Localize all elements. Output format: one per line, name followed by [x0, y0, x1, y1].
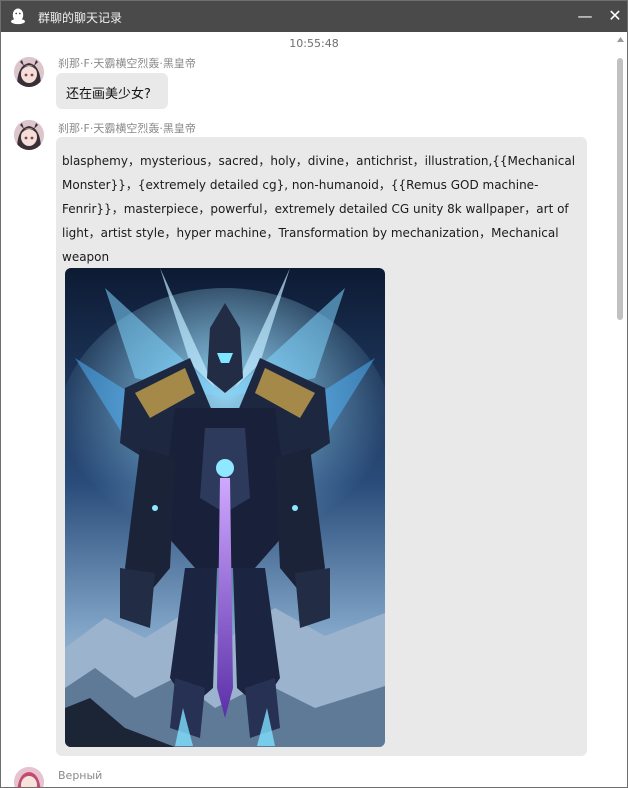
vertical-scrollbar[interactable] [614, 32, 627, 787]
message-bubble[interactable]: blasphemy，mysterious，sacred，holy，divine，… [56, 137, 587, 756]
anime-girl-avatar-icon [14, 767, 44, 787]
message-text: 还在画美少女? [66, 87, 151, 102]
scroll-up-arrow-icon[interactable] [616, 36, 625, 44]
window-title: 群聊的聊天记录 [38, 11, 123, 25]
title-bar[interactable]: 群聊的聊天记录 — ✕ [1, 1, 627, 32]
sender-avatar[interactable] [14, 120, 44, 150]
qq-penguin-icon [11, 8, 25, 25]
close-button[interactable]: ✕ [605, 6, 625, 26]
anime-girl-avatar-icon [14, 120, 44, 150]
sender-avatar[interactable] [14, 767, 44, 787]
anime-girl-avatar-icon [14, 57, 44, 87]
chat-history-window: 群聊的聊天记录 — ✕ 10:55:48 刹那·F·天霸横空烈轰·黑皇帝 还在画… [0, 0, 628, 788]
message-timestamp: 10:55:48 [289, 37, 339, 50]
message-bubble[interactable]: 还在画美少女? [56, 73, 168, 109]
sender-name: 刹那·F·天霸横空烈轰·黑皇帝 [58, 57, 196, 70]
robot-image[interactable] [65, 268, 385, 747]
scrollbar-thumb[interactable] [617, 58, 623, 320]
sender-name: 刹那·F·天霸横空烈轰·黑皇帝 [58, 122, 196, 135]
message-list[interactable]: 10:55:48 刹那·F·天霸横空烈轰·黑皇帝 还在画美少女? 刹那·F·天霸… [1, 32, 627, 787]
sender-name: Верный [58, 769, 103, 782]
sender-avatar[interactable] [14, 57, 44, 87]
mechanical-robot-illustration [65, 268, 385, 747]
minimize-button[interactable]: — [575, 6, 595, 26]
message-text: blasphemy，mysterious，sacred，holy，divine，… [62, 154, 576, 264]
